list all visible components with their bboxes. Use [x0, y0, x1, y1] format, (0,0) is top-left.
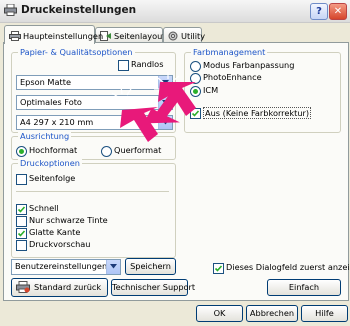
- tab-utility[interactable]: Utility: [163, 27, 206, 43]
- title-bar: Druckeinstellungen ? ✕: [0, 0, 350, 23]
- simple-button[interactable]: Einfach: [267, 279, 341, 296]
- utility-icon: [168, 31, 178, 41]
- preset-select[interactable]: Benutzereinstellungen: [11, 259, 121, 275]
- radio-label: Modus Farbanpassung: [203, 60, 295, 70]
- help-title-button[interactable]: ?: [310, 3, 328, 20]
- cancel-button[interactable]: Abbrechen: [246, 305, 298, 322]
- window-title: Druckeinstellungen: [21, 4, 137, 16]
- option-label: Glatte Kante: [29, 227, 81, 237]
- black-ink-checkbox[interactable]: [16, 216, 27, 227]
- page-order-label: Seitenfolge: [29, 173, 76, 183]
- tab-seitenlayout[interactable]: Seitenlayout: [95, 27, 166, 43]
- divider: [16, 191, 169, 192]
- tab-label: Seitenlayout: [114, 31, 166, 41]
- pointer-arrows-icon: [108, 72, 196, 142]
- icm-off-label: Aus (Keine Farbkorrektur): [203, 107, 312, 119]
- printer-icon: [9, 31, 21, 41]
- chevron-down-icon: [106, 260, 120, 274]
- group-title: Druckoptionen: [18, 158, 82, 168]
- option-label: Nur schwarze Tinte: [29, 215, 108, 225]
- page-order-checkbox[interactable]: [16, 174, 27, 185]
- radio-portrait[interactable]: [16, 146, 27, 157]
- show-first-label: Dieses Dialogfeld zuerst anzeigen: [226, 262, 350, 272]
- print-options-group: Druckoptionen Seitenfolge Schnell Nur sc…: [11, 158, 176, 258]
- paper-type-value: Epson Matte: [20, 77, 71, 87]
- save-button[interactable]: Speichern: [125, 258, 176, 275]
- borderless-label: Randlos: [131, 59, 164, 69]
- printer-reset-icon: [16, 281, 30, 293]
- fast-checkbox[interactable]: [16, 204, 27, 215]
- check-icon: [17, 230, 26, 237]
- close-button[interactable]: ✕: [329, 3, 347, 20]
- print-settings-window: Druckeinstellungen ? ✕ Haupteinstellunge…: [0, 0, 350, 326]
- check-icon: [17, 206, 26, 213]
- tab-label: Utility: [181, 31, 206, 41]
- smooth-edge-checkbox[interactable]: [16, 228, 27, 239]
- option-label: Schnell: [29, 203, 59, 213]
- reset-label: Standard zurück: [34, 282, 102, 292]
- group-title: Farbmanagement: [191, 47, 268, 57]
- paper-size-value: A4 297 x 210 mm: [20, 117, 94, 127]
- option-label: Druckvorschau: [29, 239, 91, 249]
- group-title: Papier- & Qualitätsoptionen: [18, 47, 135, 57]
- tab-label: Haupteinstellungen: [23, 31, 104, 41]
- tech-support-button[interactable]: Technischer Support: [111, 279, 195, 296]
- radio-label: PhotoEnhance: [203, 72, 262, 82]
- preset-value: Benutzereinstellungen: [15, 261, 108, 271]
- check-icon: [214, 265, 223, 272]
- print-preview-checkbox[interactable]: [16, 240, 27, 251]
- radio-label: Hochformat: [29, 145, 78, 155]
- reset-defaults-button[interactable]: Standard zurück: [11, 278, 108, 297]
- quality-value: Optimales Foto: [20, 97, 82, 107]
- tab-haupteinstellungen[interactable]: Haupteinstellungen: [4, 25, 103, 44]
- show-first-checkbox[interactable]: [213, 263, 224, 274]
- ok-button[interactable]: OK: [196, 305, 243, 322]
- group-title: Ausrichtung: [18, 131, 72, 141]
- printer-icon: [4, 4, 17, 16]
- help-button[interactable]: Hilfe: [301, 305, 348, 322]
